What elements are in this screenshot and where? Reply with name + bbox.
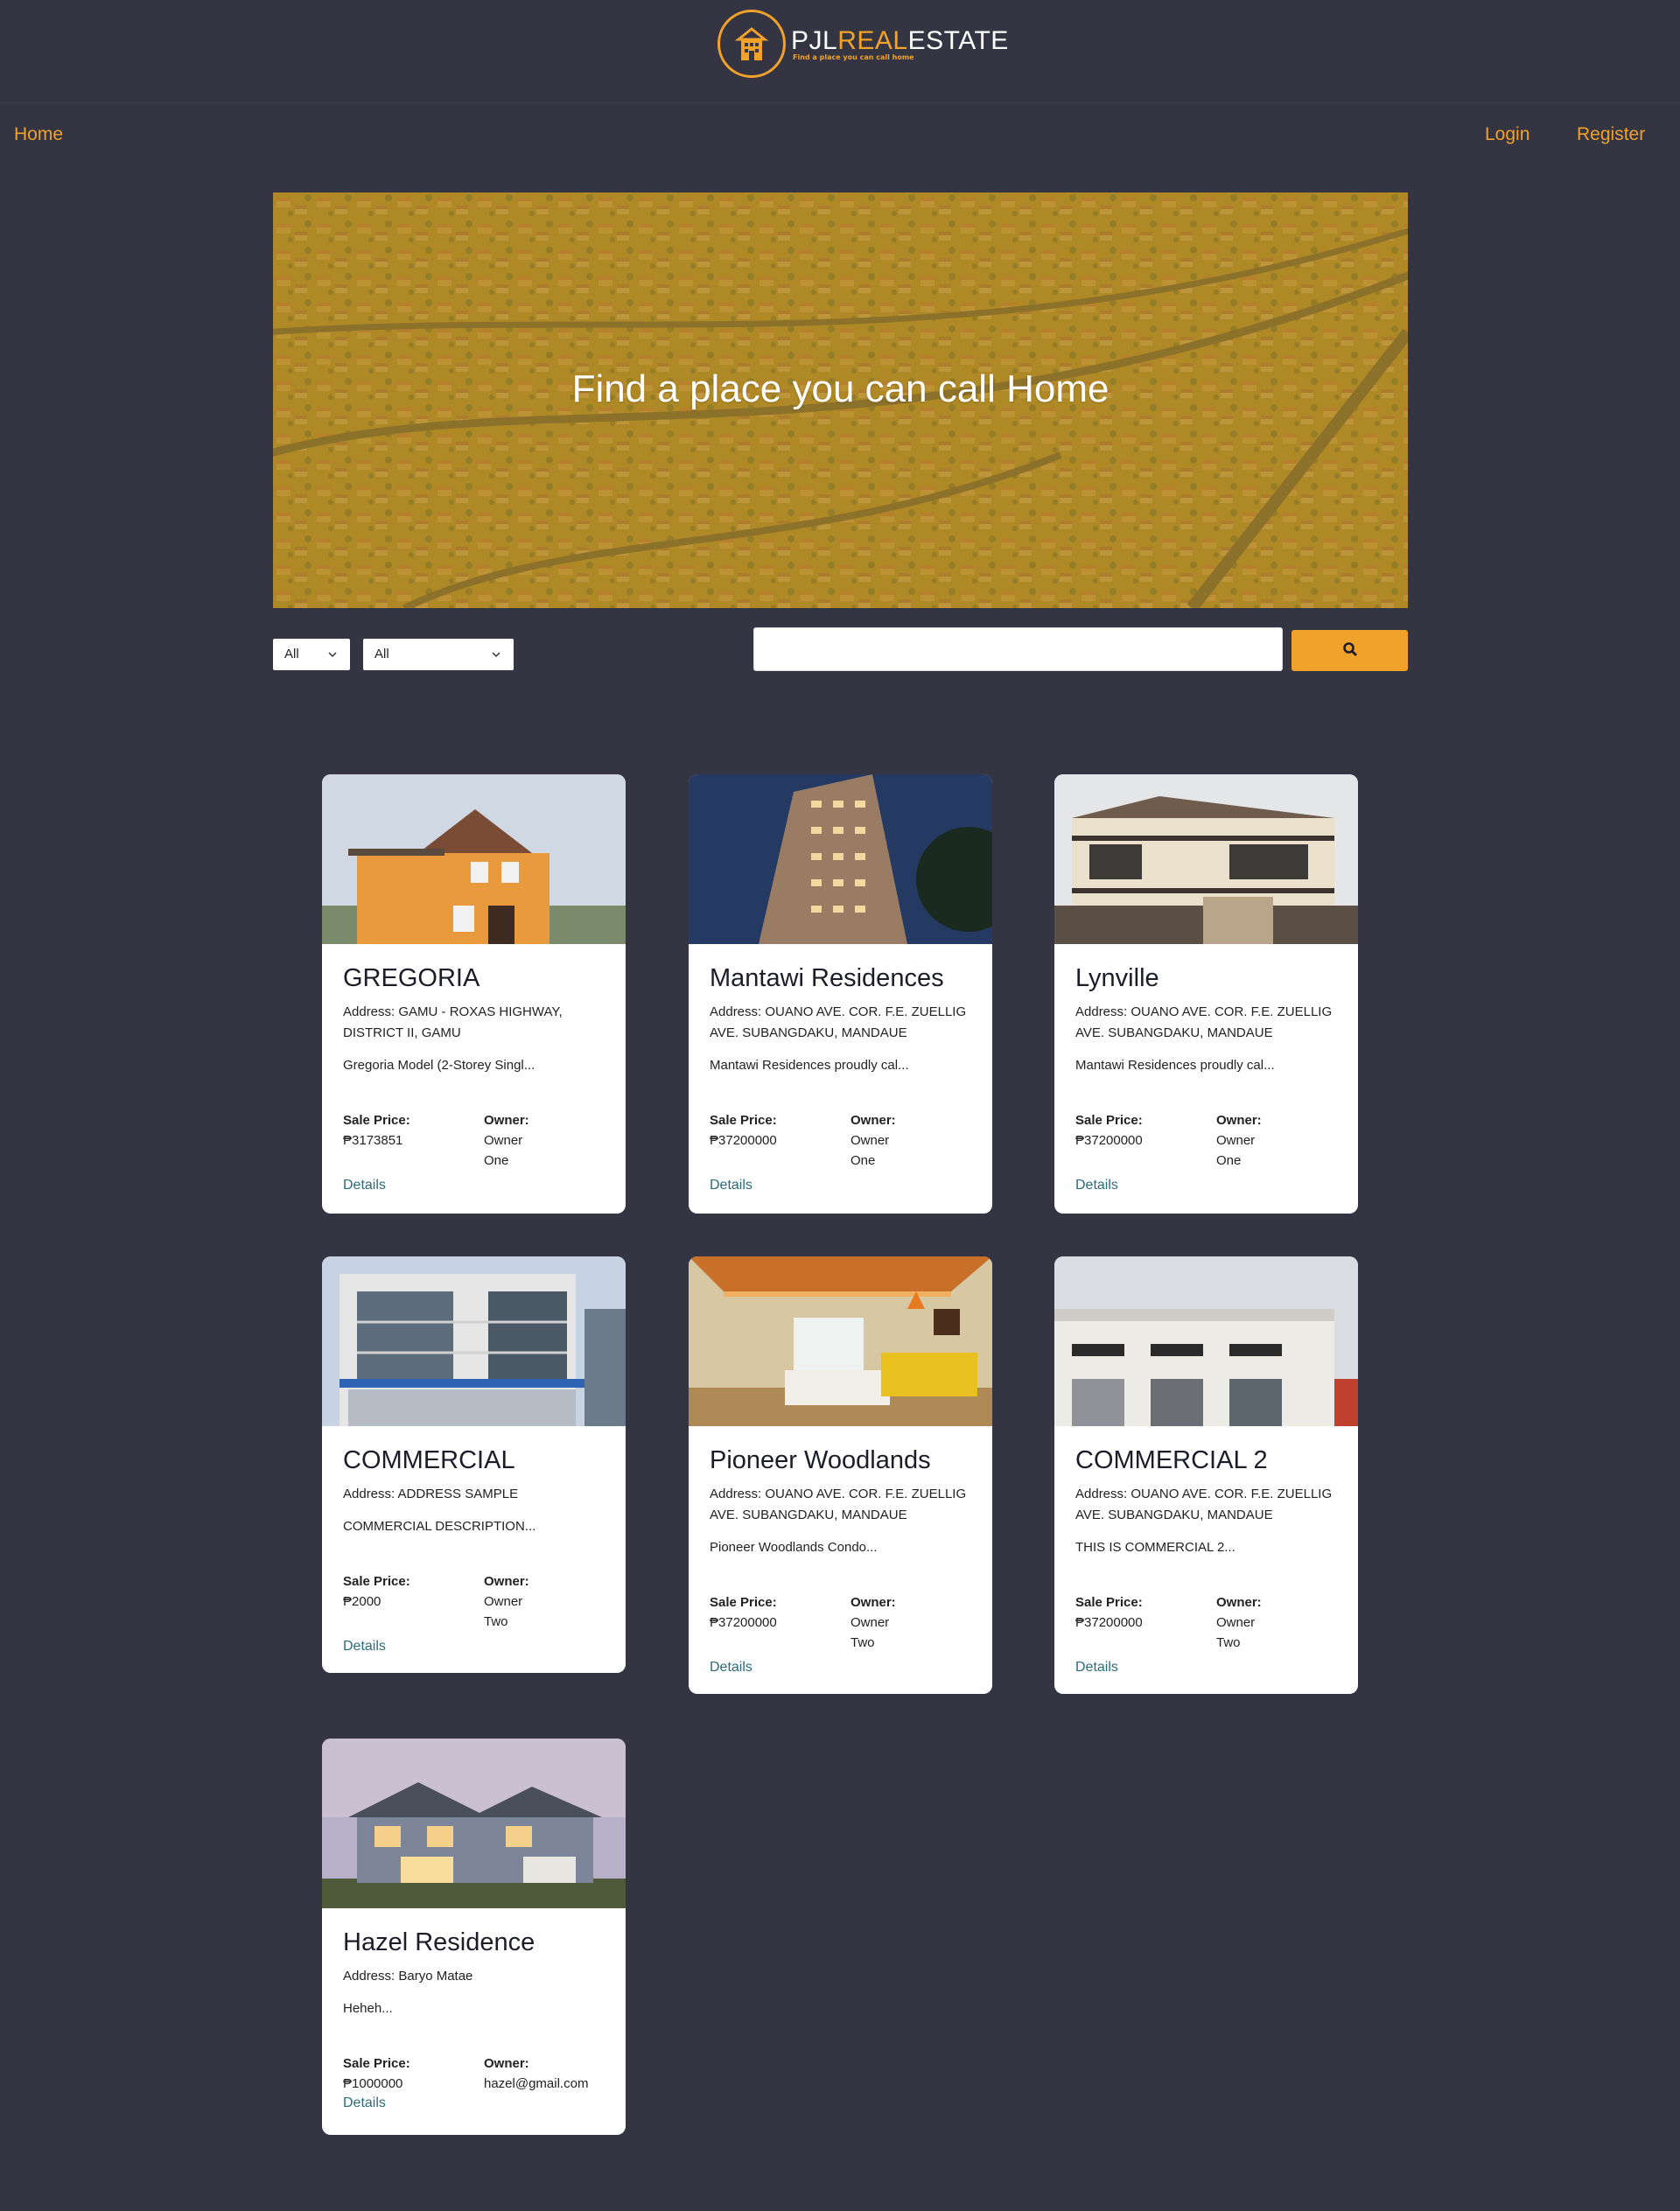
listing-description: THIS IS COMMERCIAL 2...: [1075, 1540, 1236, 1555]
listing-title: Pioneer Woodlands: [710, 1446, 931, 1474]
listing-photo[interactable]: [322, 1256, 626, 1426]
listing-photo[interactable]: [322, 774, 626, 944]
listing-card: COMMERCIAL 2 Address: OUANO AVE. COR. F.…: [1054, 1256, 1358, 1694]
listing-photo[interactable]: [322, 1739, 626, 1908]
owner-label: Owner:: [484, 1113, 529, 1128]
sale-price-value: ₱1000000: [343, 2076, 403, 2091]
listing-card: GREGORIA Address: GAMU - ROXAS HIGHWAY, …: [322, 774, 626, 1214]
owner-label: Owner:: [1216, 1595, 1262, 1610]
listing-address: Address: ADDRESS SAMPLE: [343, 1487, 519, 1501]
sale-price-label: Sale Price:: [710, 1595, 777, 1610]
sale-price-label: Sale Price:: [343, 1113, 410, 1128]
nav-register-link[interactable]: Register: [1577, 124, 1645, 145]
listing-description: Mantawi Residences proudly cal...: [710, 1058, 909, 1073]
sale-price-value: ₱37200000: [710, 1133, 777, 1148]
listing-card: Mantawi Residences Address: OUANO AVE. C…: [689, 774, 992, 1214]
sale-price-label: Sale Price:: [1075, 1595, 1143, 1610]
search-icon: [1342, 641, 1358, 661]
type-filter-value: All: [284, 647, 299, 661]
listing-title: Mantawi Residences: [710, 964, 944, 992]
sale-price-value: ₱37200000: [1075, 1133, 1143, 1148]
sale-price-value: ₱37200000: [710, 1615, 777, 1630]
brand-name: PJLREALESTATE: [791, 25, 1009, 55]
listing-address: Address: OUANO AVE. COR. F.E. ZUELLIG AV…: [1075, 1004, 1333, 1040]
sale-price-label: Sale Price:: [1075, 1113, 1143, 1128]
details-link[interactable]: Details: [1075, 1660, 1118, 1676]
location-filter-value: All: [374, 647, 389, 661]
owner-value: Owner Two: [484, 1594, 523, 1629]
owner-label: Owner:: [850, 1595, 896, 1610]
listing-photo[interactable]: [1054, 1256, 1358, 1426]
listing-description: COMMERCIAL DESCRIPTION...: [343, 1519, 536, 1534]
listing-description: Mantawi Residences proudly cal...: [1075, 1058, 1275, 1073]
listing-address: Address: Baryo Matae: [343, 1969, 473, 1984]
listing-description: Pioneer Woodlands Condo...: [710, 1540, 878, 1555]
details-link[interactable]: Details: [1075, 1178, 1118, 1193]
listing-card: Hazel Residence Address: Baryo Matae Heh…: [322, 1739, 626, 2135]
nav-home-link[interactable]: Home: [14, 124, 63, 145]
listing-photo[interactable]: [689, 774, 992, 944]
hero-title: Find a place you can call Home: [571, 367, 1110, 410]
details-link[interactable]: Details: [343, 1178, 386, 1193]
listing-address: Address: OUANO AVE. COR. F.E. ZUELLIG AV…: [1075, 1487, 1333, 1522]
listing-title: COMMERCIAL 2: [1075, 1446, 1268, 1474]
owner-value: Owner Two: [1216, 1615, 1256, 1650]
sale-price-label: Sale Price:: [343, 1574, 410, 1589]
listing-description: Gregoria Model (2-Storey Singl...: [343, 1058, 536, 1073]
sale-price-value: ₱2000: [343, 1594, 382, 1609]
listing-card: Lynville Address: OUANO AVE. COR. F.E. Z…: [1054, 774, 1358, 1214]
top-header: PJLREALESTATE Find a place you can call …: [0, 0, 1680, 103]
owner-label: Owner:: [850, 1113, 896, 1128]
details-link[interactable]: Details: [343, 2096, 386, 2111]
building-icon: [718, 10, 786, 78]
listing-photo[interactable]: [689, 1256, 992, 1426]
chevron-down-icon: [491, 648, 501, 663]
owner-label: Owner:: [484, 1574, 529, 1589]
owner-label: Owner:: [1216, 1113, 1262, 1128]
brand-logo[interactable]: PJLREALESTATE Find a place you can call …: [718, 7, 1009, 80]
sale-price-value: ₱3173851: [343, 1133, 403, 1148]
location-filter-select[interactable]: All: [363, 639, 514, 670]
search-button[interactable]: [1292, 630, 1408, 671]
type-filter-select[interactable]: All: [273, 639, 350, 670]
listing-title: Lynville: [1075, 964, 1159, 992]
listing-address: Address: OUANO AVE. COR. F.E. ZUELLIG AV…: [710, 1004, 967, 1040]
details-link[interactable]: Details: [343, 1639, 386, 1655]
search-input[interactable]: [753, 627, 1283, 671]
sale-price-label: Sale Price:: [343, 2056, 410, 2071]
owner-value: Owner One: [484, 1133, 523, 1168]
owner-value: Owner Two: [850, 1615, 890, 1650]
owner-value: Owner One: [1216, 1133, 1256, 1168]
listing-title: Hazel Residence: [343, 1928, 536, 1956]
sale-price-value: ₱37200000: [1075, 1615, 1143, 1630]
listing-address: Address: GAMU - ROXAS HIGHWAY, DISTRICT …: [343, 1004, 563, 1040]
chevron-down-icon: [327, 648, 338, 663]
hero-banner: Find a place you can call Home: [273, 192, 1408, 608]
listing-description: Heheh...: [343, 2001, 393, 2016]
details-link[interactable]: Details: [710, 1178, 752, 1193]
nav-login-link[interactable]: Login: [1485, 124, 1530, 145]
listing-card: COMMERCIAL Address: ADDRESS SAMPLE COMME…: [322, 1256, 626, 1673]
listing-address: Address: OUANO AVE. COR. F.E. ZUELLIG AV…: [710, 1487, 967, 1522]
sale-price-label: Sale Price:: [710, 1113, 777, 1128]
owner-value: hazel@gmail.com: [484, 2076, 589, 2091]
listing-photo[interactable]: [1054, 774, 1358, 944]
listing-title: GREGORIA: [343, 964, 480, 992]
owner-value: Owner One: [850, 1133, 890, 1168]
listing-card: Pioneer Woodlands Address: OUANO AVE. CO…: [689, 1256, 992, 1694]
listing-title: COMMERCIAL: [343, 1446, 515, 1474]
details-link[interactable]: Details: [710, 1660, 752, 1676]
owner-label: Owner:: [484, 2056, 529, 2071]
